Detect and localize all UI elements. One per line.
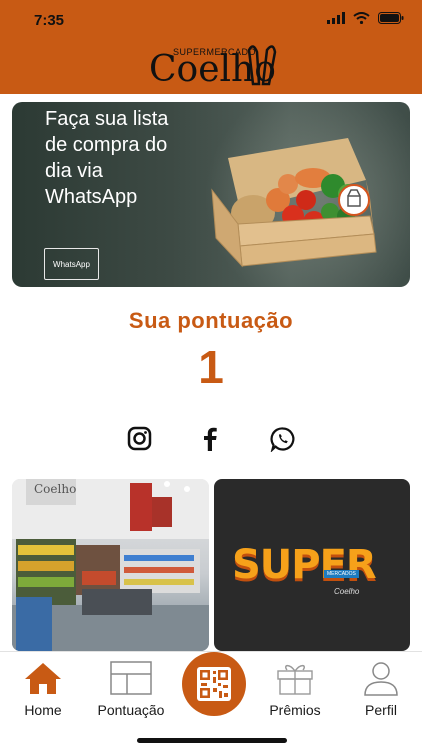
battery-icon [378,12,404,24]
home-icon [25,663,61,694]
instagram-icon[interactable] [127,426,152,451]
promo-tile[interactable]: SUPER MERCADOS Coelho [214,479,410,651]
score-label: Sua pontuação [128,308,294,333]
status-icons [327,12,404,24]
home-indicator [137,738,287,743]
whatsapp-banner[interactable]: Faça sua lista de compra do dia via What… [12,102,410,287]
rabbit-ears-icon [247,45,277,86]
gift-icon [277,664,313,695]
signal-icon [327,12,345,24]
qr-scan-button[interactable] [182,652,246,716]
whatsapp-icon[interactable] [270,426,296,452]
whatsapp-button[interactable]: WhatsApp [44,248,99,280]
person-icon [364,662,398,696]
brand-logo: SUPERMERCADO Coelho [143,44,283,90]
facebook-icon[interactable] [201,426,221,451]
score-value: 1 [198,341,224,393]
store-interior-image: Coelho [12,479,209,651]
tab-perfil-label: Perfil [365,702,397,718]
tab-home-label: Home [24,702,62,718]
store-sign-text: Coelho [34,482,76,496]
layout-icon [110,661,152,695]
promo-brand: Coelho [334,587,360,596]
app-header: 7:35 SUPERMERCADO Coelho [0,0,422,94]
banner-title: Faça sua lista de compra do dia via What… [45,108,169,208]
store-photo-tile[interactable]: Coelho [12,479,209,651]
wifi-icon [353,12,370,24]
vegetable-crate-image [211,138,377,268]
tab-pontuacao-label: Pontuação [97,702,165,718]
qr-code-icon [197,667,231,701]
promo-headline: SUPER [232,542,377,588]
promo-tag: MERCADOS [324,570,359,578]
status-time: 7:35 [34,12,65,29]
tab-premios-label: Prêmios [269,702,321,718]
